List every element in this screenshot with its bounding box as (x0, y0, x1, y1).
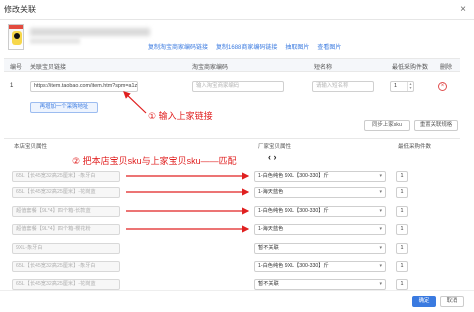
annotation-arrows (123, 91, 250, 233)
dialog-footer: 确定 取消 (0, 290, 474, 312)
confirm-button[interactable]: 确定 (412, 296, 436, 307)
cancel-button[interactable]: 取消 (440, 296, 464, 307)
step1-arrow (123, 91, 147, 114)
